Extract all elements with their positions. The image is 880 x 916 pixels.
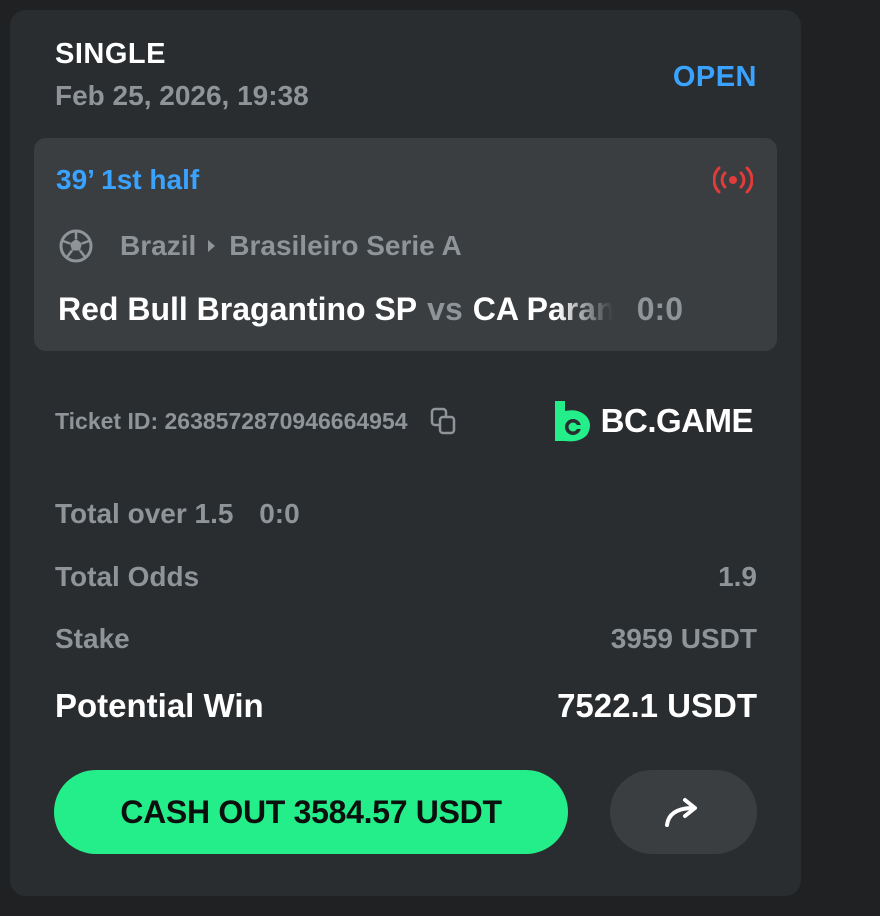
match-score: 0:0 xyxy=(636,290,683,327)
brand-logo: BC.GAME xyxy=(551,398,754,444)
vs-label: vs xyxy=(427,290,463,327)
match-info-box[interactable]: 39’ 1st half Brazil Brasileiro Serie A R… xyxy=(34,138,777,351)
breadcrumb-separator-icon xyxy=(208,240,216,252)
bet-date: Feb 25, 2026, 19:38 xyxy=(55,80,309,111)
potential-win-row: Potential Win 7522.1 USDT xyxy=(55,684,757,728)
selection-score: 0:0 xyxy=(259,498,300,529)
stake-value: 3959 USDT xyxy=(610,623,757,654)
league-breadcrumb: Brazil Brasileiro Serie A xyxy=(58,226,462,266)
bet-type: SINGLE xyxy=(55,38,166,70)
bc-game-logo-icon xyxy=(554,401,590,442)
bet-slip-card: SINGLE Feb 25, 2026, 19:38 OPEN 39’ 1st … xyxy=(10,10,801,896)
selection-row: Total over 1.5 0:0 xyxy=(55,494,757,534)
potential-win-value: 7522.1 USDT xyxy=(557,687,757,724)
total-odds-label: Total Odds xyxy=(55,561,200,592)
cash-out-button[interactable]: CASH OUT 3584.57 USDT xyxy=(54,770,568,854)
league-label: Brasileiro Serie A xyxy=(229,230,462,261)
away-team: CA Paranaense xyxy=(472,290,613,327)
home-team: Red Bull Bragantino SP xyxy=(58,290,418,327)
country-label: Brazil xyxy=(120,230,197,261)
copy-icon[interactable] xyxy=(428,406,458,436)
total-odds-value: 1.9 xyxy=(718,561,757,592)
potential-win-label: Potential Win xyxy=(55,687,264,724)
total-odds-row: Total Odds 1.9 xyxy=(55,557,757,597)
live-time: 39’ 1st half xyxy=(56,164,200,195)
ticket-id-row: Ticket ID: 2638572870946664954 xyxy=(55,406,458,436)
selection-label: Total over 1.5 xyxy=(55,498,234,529)
soccer-ball-icon xyxy=(59,229,93,263)
live-broadcast-icon xyxy=(713,166,753,194)
stake-label: Stake xyxy=(55,623,130,654)
status-badge: OPEN xyxy=(672,61,757,93)
brand-name: BC.GAME xyxy=(600,402,754,439)
stake-row: Stake 3959 USDT xyxy=(55,619,757,659)
ticket-id: Ticket ID: 2638572870946664954 xyxy=(55,407,408,434)
teams-row: Red Bull Bragantino SP vs CA Paranaense … xyxy=(58,288,758,330)
share-arrow-icon xyxy=(664,798,697,827)
share-button[interactable] xyxy=(610,770,757,854)
